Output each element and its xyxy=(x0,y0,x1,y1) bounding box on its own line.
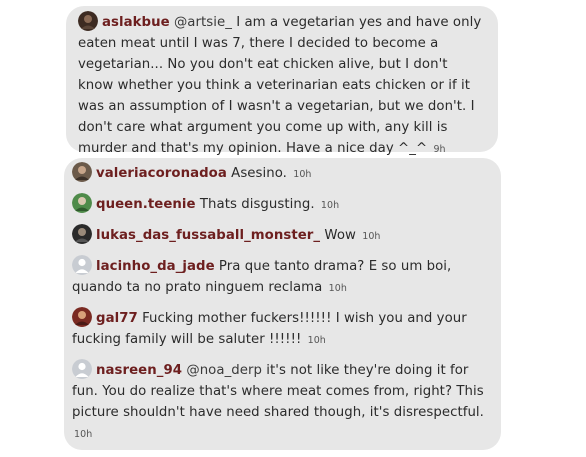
profile-photo-icon[interactable] xyxy=(72,224,92,244)
comment-card-top: aslakbue @artsie_ I am a vegetarian yes … xyxy=(66,6,498,156)
comment-text: Thats disgusting. xyxy=(195,197,315,212)
comment-username[interactable]: gal77 xyxy=(96,311,138,326)
comment-timestamp: 10h xyxy=(74,429,93,440)
comment-timestamp: 10h xyxy=(320,200,340,211)
comment-timestamp: 10h xyxy=(362,231,381,242)
comment: lukas_das_fussaball_monster_ Wow 10h xyxy=(72,224,495,247)
comment: aslakbue @artsie_ I am a vegetarian yes … xyxy=(78,11,486,160)
comment-timestamp: 10h xyxy=(307,335,326,346)
comment-username[interactable]: aslakbue xyxy=(102,15,170,30)
comment-text: Asesino. xyxy=(226,166,287,181)
comment-card-list: valeriacoronadoa Asesino. 10h queen.teen… xyxy=(64,158,501,450)
comment-username[interactable]: lukas_das_fussaball_monster_ xyxy=(96,228,320,243)
profile-photo-icon[interactable] xyxy=(72,193,92,213)
default-avatar-icon[interactable] xyxy=(72,255,92,275)
comment-mention[interactable]: @noa_derp xyxy=(186,363,262,378)
profile-photo-icon[interactable] xyxy=(72,307,92,327)
comment-username[interactable]: valeriacoronadoa xyxy=(96,166,227,181)
default-avatar-icon[interactable] xyxy=(72,359,92,379)
comment-timestamp: 10h xyxy=(293,169,312,180)
comment: lacinho_da_jade Pra que tanto drama? E s… xyxy=(72,255,495,299)
comment: nasreen_94 @noa_derp it's not like they'… xyxy=(72,359,495,445)
comment: valeriacoronadoa Asesino. 10h xyxy=(72,162,495,185)
comment-text: Wow xyxy=(320,228,356,243)
comment-timestamp: 9h xyxy=(433,144,446,155)
profile-photo-icon[interactable] xyxy=(78,11,98,31)
comment-username[interactable]: lacinho_da_jade xyxy=(96,259,215,274)
comment-username[interactable]: nasreen_94 xyxy=(96,363,182,378)
comment-username[interactable]: queen.teenie xyxy=(96,197,196,212)
comment-text: I am a vegetarian yes and have only eate… xyxy=(78,15,482,156)
profile-photo-icon[interactable] xyxy=(72,162,92,182)
comment-mention[interactable]: @artsie_ xyxy=(174,15,232,30)
comment: gal77 Fucking mother fuckers!!!!!! I wis… xyxy=(72,307,495,351)
comment: queen.teenie Thats disgusting. 10h xyxy=(72,193,495,216)
comment-timestamp: 10h xyxy=(328,283,347,294)
